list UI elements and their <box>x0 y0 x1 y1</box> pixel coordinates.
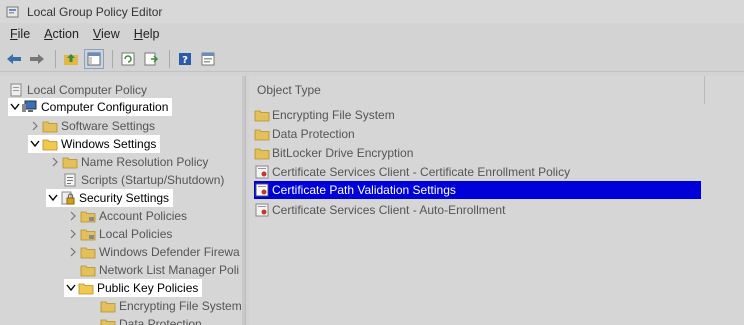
chevron-right-icon[interactable] <box>66 245 80 259</box>
console-tree-pane[interactable]: Local Computer Policy Computer Configura… <box>0 76 246 325</box>
refresh-icon <box>121 52 135 65</box>
console-tree-icon <box>87 52 101 65</box>
menu-help[interactable]: Help <box>127 27 167 41</box>
export-icon <box>144 52 158 65</box>
folder-icon <box>78 280 94 296</box>
tree-item-data-protection[interactable]: Data Protection <box>100 315 202 325</box>
tree-item-name-resolution-policy[interactable]: Name Resolution Policy <box>48 153 208 171</box>
group-policy-app-icon <box>6 6 19 17</box>
folder-icon <box>254 107 270 123</box>
security-lock-icon <box>60 190 76 206</box>
tree-item-security-settings[interactable]: Security Settings <box>46 189 174 207</box>
chevron-down-icon[interactable] <box>28 137 42 151</box>
list-item[interactable]: BitLocker Drive Encryption <box>254 144 413 162</box>
folder-icon <box>80 208 96 224</box>
tree-scrollbar[interactable] <box>242 76 245 325</box>
chevron-down-icon[interactable] <box>8 100 22 114</box>
properties-button[interactable] <box>198 49 218 69</box>
title-bar: Local Group Policy Editor <box>0 0 744 23</box>
tree-item-local-policies[interactable]: Local Policies <box>66 225 172 243</box>
tree-item-windows-settings[interactable]: Windows Settings <box>28 135 161 153</box>
tree-item-scripts[interactable]: Scripts (Startup/Shutdown) <box>62 171 224 189</box>
list-item[interactable]: Encrypting File System <box>254 106 395 124</box>
menu-file[interactable]: File <box>3 27 37 41</box>
folder-up-icon <box>64 53 78 65</box>
toolbar-separator <box>169 49 170 68</box>
toolbar-separator <box>55 49 56 68</box>
folder-icon <box>254 126 270 142</box>
menu-bar: File Action View Help <box>0 24 744 44</box>
window-title: Local Group Policy Editor <box>27 4 163 19</box>
tree-item-encrypting-file-system[interactable]: Encrypting File System <box>100 297 242 315</box>
certificate-policy-icon <box>254 182 270 198</box>
certificate-policy-icon <box>254 164 270 180</box>
properties-icon <box>201 52 215 65</box>
chevron-down-icon[interactable] <box>64 281 78 295</box>
show-hide-console-tree-button[interactable] <box>84 48 104 69</box>
chevron-right-icon[interactable] <box>66 209 80 223</box>
list-item[interactable]: Certificate Services Client - Certificat… <box>254 163 570 181</box>
export-list-button[interactable] <box>141 49 161 69</box>
refresh-button[interactable] <box>118 49 138 69</box>
folder-icon <box>254 145 270 161</box>
folder-icon <box>42 118 58 134</box>
tree-item-network-list-manager[interactable]: Network List Manager Poli <box>80 261 239 279</box>
folder-icon <box>100 316 116 325</box>
folder-icon <box>100 298 116 314</box>
list-item[interactable]: Certificate Services Client - Auto-Enrol… <box>254 201 505 219</box>
arrow-left-icon <box>7 53 21 64</box>
folder-icon <box>80 244 96 260</box>
list-item-selected[interactable]: Certificate Path Validation Settings <box>254 181 701 199</box>
certificate-policy-icon <box>254 202 270 218</box>
column-header-object-type[interactable]: Object Type <box>249 76 705 104</box>
tree-item-account-policies[interactable]: Account Policies <box>66 207 187 225</box>
svg-text:?: ? <box>182 55 188 66</box>
tree-item-computer-configuration[interactable]: Computer Configuration <box>8 98 173 116</box>
list-item[interactable]: Data Protection <box>254 125 355 143</box>
chevron-right-icon[interactable] <box>48 155 62 169</box>
tree-item-public-key-policies[interactable]: Public Key Policies <box>64 279 203 297</box>
folder-icon <box>62 154 78 170</box>
back-button[interactable] <box>4 49 24 69</box>
up-one-level-button[interactable] <box>61 49 81 69</box>
menu-view[interactable]: View <box>86 27 127 41</box>
toolbar: ? <box>0 46 744 72</box>
toolbar-separator <box>112 49 113 68</box>
tree-item-local-computer-policy[interactable]: Local Computer Policy <box>8 81 147 99</box>
help-icon: ? <box>179 52 191 66</box>
tree-item-windows-defender-firewall[interactable]: Windows Defender Firewa <box>66 243 240 261</box>
chevron-down-icon[interactable] <box>46 191 60 205</box>
help-button[interactable]: ? <box>175 49 195 69</box>
tree-item-software-settings[interactable]: Software Settings <box>28 117 155 135</box>
chevron-right-icon[interactable] <box>66 227 80 241</box>
computer-icon <box>22 99 38 115</box>
arrow-right-icon <box>30 53 44 64</box>
menu-action[interactable]: Action <box>37 27 86 41</box>
folder-icon <box>80 262 96 278</box>
folder-icon <box>42 136 58 152</box>
policy-document-icon <box>8 82 24 98</box>
script-icon <box>62 172 78 188</box>
forward-button[interactable] <box>27 49 47 69</box>
details-pane[interactable]: Object Type Encrypting File System Data … <box>249 76 744 325</box>
chevron-right-icon[interactable] <box>28 119 42 133</box>
folder-icon <box>80 226 96 242</box>
